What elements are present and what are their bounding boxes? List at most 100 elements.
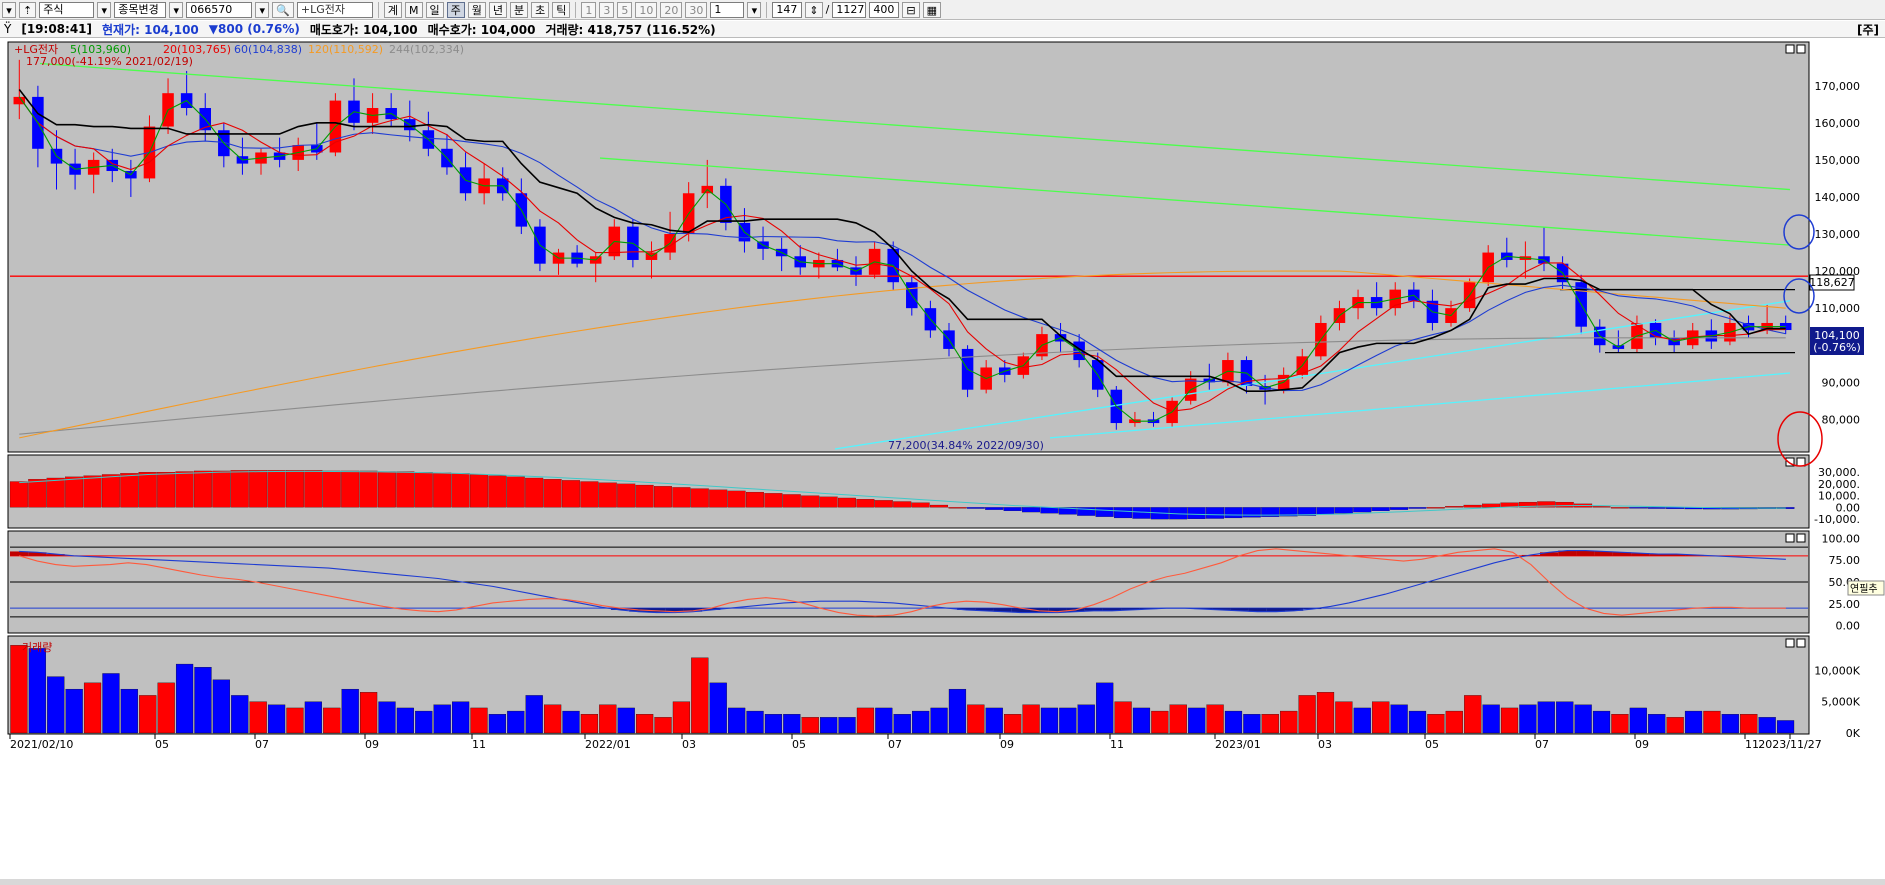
macd-bar <box>28 479 47 508</box>
macd-bar <box>1114 507 1133 519</box>
macd-bar <box>635 484 654 508</box>
multiplier-4[interactable]: 20 <box>660 1 683 18</box>
info-time: [19:08:41] <box>21 22 93 36</box>
stock-code-input[interactable]: 066570 <box>186 1 253 18</box>
pane-restore-icon[interactable] <box>1785 44 1795 54</box>
period-tab-0[interactable]: 계 <box>383 1 403 18</box>
volume-bar <box>304 701 322 734</box>
count-input[interactable]: 147 <box>772 1 803 18</box>
pane-close-icon[interactable] <box>1796 457 1806 467</box>
volume-bar <box>10 645 28 734</box>
calendar-icon[interactable]: ▦ <box>922 1 941 18</box>
tooltip-text: 연필추 <box>1850 583 1878 595</box>
volume-bar <box>1721 714 1739 734</box>
change-stock-button[interactable]: 종목변경 <box>114 1 167 18</box>
high-annotation: 177,000(-41.19% 2021/02/19) <box>26 55 193 68</box>
macd-bar <box>1592 506 1611 508</box>
volume-bar <box>488 714 507 734</box>
macd-bar <box>65 476 84 508</box>
search-icon[interactable]: 🔍 <box>272 1 294 18</box>
code-dropdown-icon[interactable]: ▾ <box>255 1 270 18</box>
multiplier-2[interactable]: 5 <box>617 1 633 18</box>
x-axis-date: 11 <box>472 738 486 751</box>
macd-bar <box>285 470 304 508</box>
horizontal-scrollbar[interactable] <box>0 879 1885 885</box>
volume-bar <box>1335 701 1353 734</box>
volume-bar <box>1445 710 1463 734</box>
volume-bar <box>930 707 948 734</box>
macd-bar <box>580 481 599 508</box>
macd-bar <box>304 470 323 508</box>
hline-price-label: 118,627 <box>1809 276 1855 289</box>
macd-bar <box>543 479 562 508</box>
chart-area[interactable]: 170,000160,000150,000140,000130,000120,0… <box>0 39 1885 879</box>
macd-bar <box>709 489 728 508</box>
info-menu-icon[interactable]: Ÿ <box>4 22 11 36</box>
price-y-tick: 140,000 <box>1815 191 1861 204</box>
period-tab-6[interactable]: 분 <box>510 1 529 18</box>
change-dropdown-icon[interactable]: ▾ <box>169 1 184 18</box>
multiplier-1[interactable]: 3 <box>599 1 615 18</box>
multiplier-3[interactable]: 10 <box>635 1 658 18</box>
pane-restore-icon[interactable] <box>1785 533 1795 543</box>
legend-ma60: 60(104,838) <box>234 43 302 56</box>
volume-bar <box>139 695 157 734</box>
macd-bar <box>101 474 120 508</box>
toggle-icon[interactable]: ⊟ <box>902 1 920 18</box>
x-axis-date: 07 <box>888 738 902 751</box>
period-tab-7[interactable]: 초 <box>531 1 550 18</box>
macd-bar <box>267 470 286 508</box>
macd-bar <box>801 495 820 508</box>
period-tab-2[interactable]: 일 <box>425 1 444 18</box>
multiplier-5[interactable]: 30 <box>685 1 708 18</box>
price-y-tick: 150,000 <box>1815 154 1861 167</box>
volume-bar <box>617 707 635 734</box>
macd-bar <box>690 488 709 508</box>
volume-bar <box>359 692 378 734</box>
multiplier-0[interactable]: 1 <box>581 1 597 18</box>
unit-input[interactable]: 1 <box>710 1 745 18</box>
volume-bar <box>1500 707 1519 734</box>
period-tab-3[interactable]: 주 <box>446 1 465 18</box>
period-tab-5[interactable]: 년 <box>488 1 508 18</box>
volume-bar <box>764 714 783 734</box>
toolbar-separator <box>766 1 768 18</box>
macd-bar <box>1408 507 1427 509</box>
count-spin-icon[interactable]: ⇕ <box>805 1 823 18</box>
volume-bar <box>746 710 764 734</box>
period-tab-1[interactable]: M <box>405 1 423 18</box>
pane-close-icon[interactable] <box>1796 638 1806 648</box>
unit-dropdown-icon[interactable]: ▾ <box>747 1 762 18</box>
macd-bar <box>1040 507 1059 514</box>
volume-bar <box>1077 704 1095 734</box>
x-axis-date: 2023/11/27 <box>1758 738 1821 751</box>
macd-bar <box>653 486 672 508</box>
macd-bar <box>782 494 801 508</box>
x-axis-date: 07 <box>1535 738 1549 751</box>
pane-restore-icon[interactable] <box>1785 638 1795 648</box>
volume-bar <box>1740 714 1758 734</box>
macd-bar <box>488 475 507 508</box>
pin-icon[interactable]: ⇡ <box>19 1 37 18</box>
market-dropdown-icon[interactable]: ▾ <box>97 1 112 18</box>
period-tab-8[interactable]: 틱 <box>552 1 571 18</box>
pane-close-icon[interactable] <box>1796 533 1806 543</box>
volume-bar <box>1390 704 1408 734</box>
period-tab-4[interactable]: 월 <box>467 1 486 18</box>
volume-bar <box>801 717 819 734</box>
macd-bar <box>46 477 65 508</box>
volume-bar <box>599 704 617 734</box>
x-axis-date: 2021/02/10 <box>10 738 73 751</box>
pane-close-icon[interactable] <box>1796 44 1806 54</box>
macd-bar <box>911 502 930 508</box>
volume-bar <box>1611 714 1629 734</box>
volume-bar <box>1151 710 1169 734</box>
market-select[interactable]: 주식 <box>39 1 95 18</box>
volume-bar <box>1666 717 1684 734</box>
macd-bar <box>1095 507 1114 517</box>
view-input[interactable]: 400 <box>869 1 900 18</box>
volume-bar <box>580 714 599 734</box>
macd-bar <box>525 477 544 508</box>
x-axis-date: 09 <box>365 738 379 751</box>
menu-icon[interactable]: ▾ <box>2 1 16 18</box>
